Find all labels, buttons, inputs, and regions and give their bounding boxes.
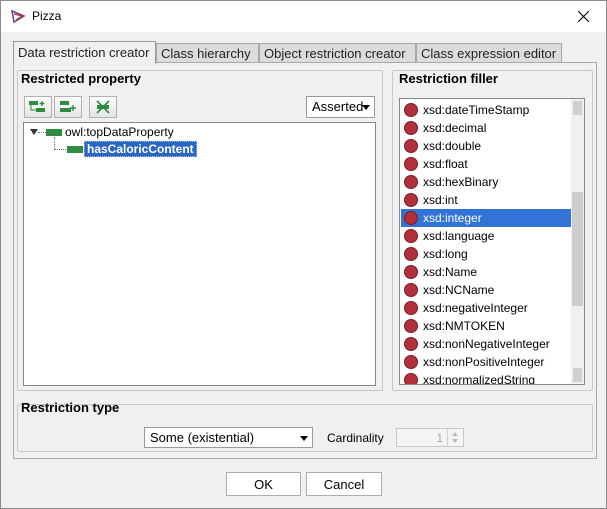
tree-connector [54, 149, 66, 150]
list-item[interactable]: xsd:NMTOKEN [401, 317, 572, 335]
datatype-list-scrollbar[interactable] [571, 99, 584, 384]
tree-item-label: owl:topDataProperty [65, 125, 174, 139]
list-item[interactable]: xsd:Name [401, 263, 572, 281]
list-item[interactable]: xsd:float [401, 155, 572, 173]
datatype-icon [404, 121, 418, 135]
chevron-down-icon [300, 436, 308, 441]
datatype-icon [404, 139, 418, 153]
list-item[interactable]: xsd:negativeInteger [401, 299, 572, 317]
data-property-icon [67, 146, 83, 153]
dialog-window: Pizza Data restriction creator Class hie… [0, 0, 607, 509]
add-subproperty-icon [29, 101, 45, 112]
datatype-icon [404, 157, 418, 171]
scroll-down-button[interactable] [573, 368, 582, 382]
tree-expand-icon[interactable] [30, 129, 38, 135]
add-sibling-property-icon [60, 101, 76, 112]
window-title: Pizza [32, 9, 62, 23]
scroll-up-button[interactable] [573, 101, 582, 115]
datatype-icon [404, 337, 418, 351]
protege-logo-icon [10, 8, 26, 24]
cardinality-spinner[interactable]: 1 [396, 428, 464, 447]
datatype-icon [404, 175, 418, 189]
restriction-filler-title: Restriction filler [399, 71, 498, 86]
chevron-down-icon [362, 105, 370, 110]
scroll-thumb[interactable] [572, 192, 583, 306]
restriction-type-value: Some (existential) [150, 430, 255, 445]
list-item-selected[interactable]: xsd:integer [401, 209, 572, 227]
datatype-icon [404, 103, 418, 117]
cardinality-value: 1 [436, 431, 443, 445]
list-item[interactable]: xsd:nonPositiveInteger [401, 353, 572, 371]
tab-class-hierarchy[interactable]: Class hierarchy [156, 43, 259, 63]
tab-data-restriction-creator[interactable]: Data restriction creator [13, 41, 156, 64]
view-mode-value: Asserted [312, 99, 364, 114]
cardinality-label: Cardinality [327, 431, 384, 445]
datatype-icon [404, 373, 418, 384]
spinner-up-icon[interactable] [452, 432, 458, 436]
delete-property-button[interactable] [89, 96, 117, 118]
restricted-property-title: Restricted property [21, 71, 141, 86]
tree-connector [38, 132, 46, 133]
datatype-icon [404, 265, 418, 279]
list-item[interactable]: xsd:double [401, 137, 572, 155]
close-button[interactable] [560, 1, 606, 32]
delete-property-icon [96, 100, 110, 114]
datatype-icon [404, 247, 418, 261]
tab-object-restriction-creator[interactable]: Object restriction creator [259, 43, 416, 63]
datatype-icon [404, 283, 418, 297]
list-item[interactable]: xsd:NCName [401, 281, 572, 299]
list-item[interactable]: xsd:dateTimeStamp [401, 101, 572, 119]
property-tree[interactable]: owl:topDataProperty hasCaloricContent [23, 122, 376, 386]
tree-item-has-caloric-content[interactable]: hasCaloricContent [84, 141, 197, 158]
list-item[interactable]: xsd:hexBinary [401, 173, 572, 191]
list-item[interactable]: xsd:int [401, 191, 572, 209]
cancel-button[interactable]: Cancel [306, 472, 382, 496]
list-item[interactable]: xsd:decimal [401, 119, 572, 137]
view-mode-select[interactable]: Asserted [306, 96, 375, 118]
datatype-icon [404, 229, 418, 243]
tree-item-label: hasCaloricContent [84, 141, 197, 157]
list-item[interactable]: xsd:long [401, 245, 572, 263]
datatype-icon [404, 301, 418, 315]
datatype-icon [404, 211, 418, 225]
tab-class-expression-editor[interactable]: Class expression editor [416, 43, 562, 63]
close-icon [577, 11, 589, 22]
add-subproperty-button[interactable] [24, 96, 52, 118]
title-bar: Pizza [1, 1, 606, 32]
datatype-icon [404, 355, 418, 369]
datatype-icon [404, 319, 418, 333]
list-item[interactable]: xsd:normalizedString [401, 371, 572, 384]
tree-connector [54, 137, 55, 149]
ok-button[interactable]: OK [226, 472, 301, 496]
datatype-icon [404, 193, 418, 207]
list-item[interactable]: xsd:language [401, 227, 572, 245]
tree-item-top-data-property[interactable]: owl:topDataProperty [65, 125, 174, 141]
spinner-buttons[interactable] [447, 429, 463, 446]
add-sibling-property-button[interactable] [54, 96, 82, 118]
restriction-type-select[interactable]: Some (existential) [144, 427, 313, 448]
datatype-list[interactable]: xsd:dateTimeStamp xsd:decimal xsd:double… [399, 98, 585, 385]
spinner-down-icon[interactable] [452, 439, 458, 443]
restriction-type-title: Restriction type [21, 400, 120, 415]
data-property-icon [46, 129, 62, 136]
list-item[interactable]: xsd:nonNegativeInteger [401, 335, 572, 353]
